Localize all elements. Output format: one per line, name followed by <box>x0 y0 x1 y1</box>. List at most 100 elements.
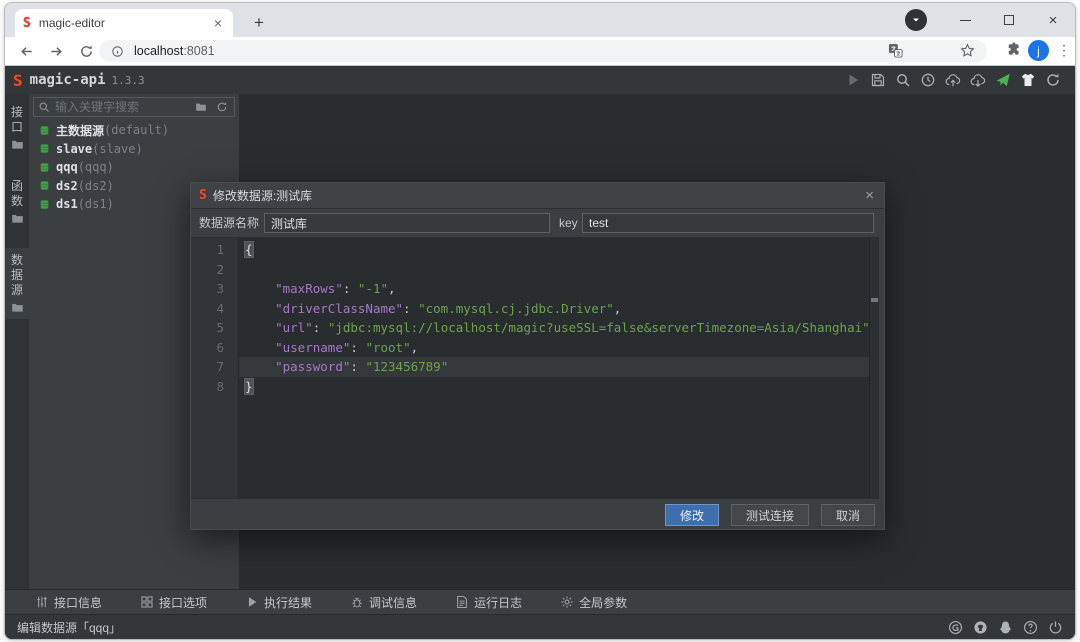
test-connection-button[interactable]: 测试连接 <box>731 504 809 526</box>
app-header: S magic-api 1.3.3 <box>5 66 1075 94</box>
line-number: 4 <box>191 299 238 319</box>
minimize-button[interactable] <box>943 5 987 35</box>
extensions-icon[interactable] <box>1005 41 1020 61</box>
search-input[interactable] <box>55 100 188 114</box>
dialog-close-icon[interactable]: × <box>865 183 874 209</box>
cloud-upload-icon[interactable] <box>944 72 961 89</box>
datasource-item[interactable]: qqq(qqq) <box>29 158 239 177</box>
datasource-key: (ds2) <box>78 179 114 193</box>
nav-tab-label-char: 数 <box>11 194 23 209</box>
tab-close-icon[interactable]: × <box>211 15 225 31</box>
bottom-tab-api-options[interactable]: 接口选项 <box>140 594 207 611</box>
datasource-item[interactable]: 主数据源(default) <box>29 121 239 140</box>
datasource-key: (slave) <box>92 142 143 156</box>
refresh-list-button[interactable] <box>214 99 230 115</box>
downloads-button[interactable] <box>905 9 927 31</box>
nav-tab-function[interactable]: 函数 <box>5 174 29 230</box>
code-line[interactable]: "url": "jdbc:mysql://localhost/magic?use… <box>239 318 869 338</box>
scrollbar-handle[interactable] <box>871 298 878 302</box>
browser-tab[interactable]: S magic-editor × <box>15 9 233 37</box>
line-number: 7 <box>191 357 238 377</box>
bottom-tab-debug-info[interactable]: 调试信息 <box>350 594 417 611</box>
run-icon[interactable] <box>844 72 861 89</box>
nav-tab-datasource[interactable]: 数据源 <box>5 248 29 319</box>
profile-avatar[interactable]: j <box>1028 40 1049 61</box>
maximize-button[interactable] <box>987 5 1031 35</box>
code-token-str: "root" <box>365 340 410 355</box>
edit-datasource-dialog: S 修改数据源:测试库 × 数据源名称 key 12345678 { "maxR… <box>190 182 885 530</box>
code-line[interactable] <box>239 260 869 280</box>
modify-button[interactable]: 修改 <box>665 504 719 526</box>
address-input[interactable]: localhost:8081 <box>99 40 987 62</box>
dialog-buttons: 修改测试连接取消 <box>191 499 875 531</box>
app-title: magic-api <box>30 72 106 88</box>
datasource-item[interactable]: slave(slave) <box>29 140 239 159</box>
code-token-str: "123456789" <box>365 359 448 374</box>
help-icon[interactable] <box>1023 620 1038 635</box>
browser-menu-icon[interactable]: ⋮ <box>1057 42 1067 59</box>
cloud-download-icon[interactable] <box>969 72 986 89</box>
line-number: 3 <box>191 279 238 299</box>
datasource-key-input[interactable] <box>582 213 874 233</box>
datasource-name: slave <box>56 142 92 156</box>
code-token-key: "maxRows" <box>275 281 343 296</box>
bottom-tab-api-info[interactable]: 接口信息 <box>35 594 102 611</box>
code-line[interactable]: "username": "root", <box>239 338 869 358</box>
json-code-editor[interactable]: 12345678 { "maxRows": "-1", "driverClass… <box>191 237 879 499</box>
code-token-plain <box>245 359 275 374</box>
dialog-title: 修改数据源:测试库 <box>213 187 312 204</box>
bottom-panel-tabs: 接口信息 接口选项 执行结果 调试信息 运行日志 全局参数 <box>5 589 1075 614</box>
code-token-str: "jdbc:mysql://localhost/magic?useSSL=fal… <box>328 320 869 335</box>
code-token-str: "-1" <box>358 281 388 296</box>
search-icon <box>38 101 50 113</box>
save-icon[interactable] <box>869 72 886 89</box>
code-token-plain <box>245 340 275 355</box>
dialog-titlebar[interactable]: S 修改数据源:测试库 × <box>191 183 884 209</box>
grid-icon <box>140 595 154 609</box>
bottom-tab-run-result[interactable]: 执行结果 <box>245 594 312 611</box>
line-number: 2 <box>191 260 238 280</box>
search-icon[interactable] <box>894 72 911 89</box>
editor-code-area[interactable]: { "maxRows": "-1", "driverClassName": "c… <box>239 238 869 498</box>
new-tab-button[interactable]: + <box>247 11 271 35</box>
forward-button[interactable] <box>45 40 67 62</box>
line-number: 5 <box>191 318 238 338</box>
line-number: 1 <box>191 240 238 260</box>
nav-tab-label-char: 源 <box>11 283 23 298</box>
app-toolbar <box>844 66 1061 94</box>
code-line[interactable]: "maxRows": "-1", <box>239 279 869 299</box>
github-icon[interactable] <box>973 620 988 635</box>
close-window-button[interactable]: × <box>1031 5 1075 35</box>
push-icon[interactable] <box>994 72 1011 89</box>
gitee-icon[interactable] <box>948 620 963 635</box>
datasource-name-input[interactable] <box>264 213 550 233</box>
code-line[interactable]: "password": "123456789" <box>239 357 869 377</box>
code-line[interactable]: { <box>239 240 869 260</box>
nav-tab-label-char: 数 <box>11 253 23 268</box>
nav-tab-interface[interactable]: 接口 <box>5 100 29 156</box>
code-line[interactable]: "driverClassName": "com.mysql.cj.jdbc.Dr… <box>239 299 869 319</box>
back-button[interactable] <box>15 40 37 62</box>
reload-button[interactable] <box>75 40 97 62</box>
dialog-form: 数据源名称 key <box>191 209 884 237</box>
datasource-name: ds2 <box>56 179 78 193</box>
bottom-tab-run-log[interactable]: 运行日志 <box>455 594 522 611</box>
nav-tab-label-char: 接 <box>11 105 23 120</box>
datasource-name: ds1 <box>56 197 78 211</box>
bottom-tab-global-params[interactable]: 全局参数 <box>560 594 627 611</box>
bookmark-star-icon[interactable] <box>960 43 975 59</box>
refresh-icon[interactable] <box>1044 72 1061 89</box>
code-line[interactable]: } <box>239 377 869 397</box>
debug-icon <box>350 595 364 609</box>
power-icon[interactable] <box>1048 620 1063 635</box>
cancel-button[interactable]: 取消 <box>821 504 875 526</box>
new-group-folder-button[interactable] <box>193 99 209 115</box>
datasource-name: 主数据源 <box>56 122 104 139</box>
addressbar-actions: j ⋮ <box>1005 40 1067 61</box>
site-info-icon <box>111 45 124 58</box>
history-icon[interactable] <box>919 72 936 89</box>
translate-icon[interactable] <box>888 43 903 59</box>
theme-icon[interactable] <box>1019 72 1036 89</box>
qq-icon[interactable] <box>998 620 1013 635</box>
editor-scrollbar[interactable] <box>869 238 879 498</box>
